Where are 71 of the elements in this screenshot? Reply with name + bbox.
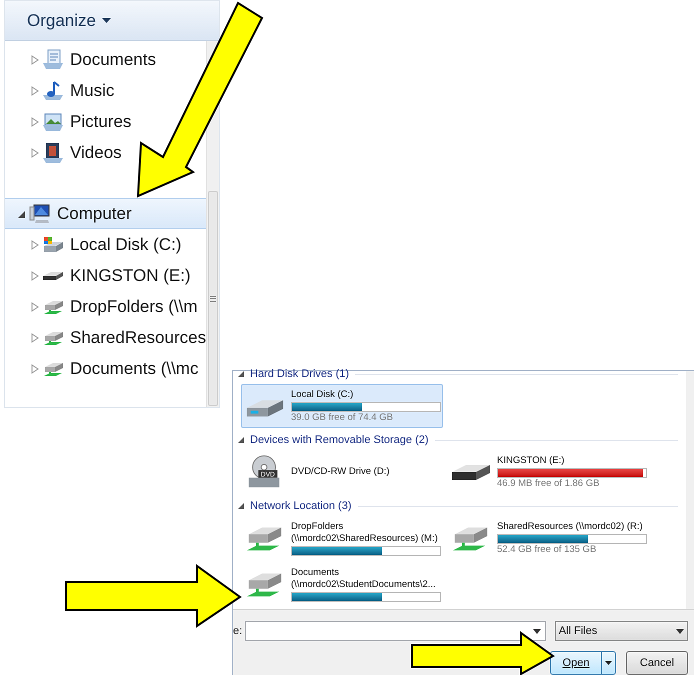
- drive-item[interactable]: KINGSTON (E:) 46.9 MB free of 1.86 GB: [447, 450, 649, 494]
- expanded-arrow-icon[interactable]: [238, 371, 244, 377]
- group-header: Devices with Removable Storage (2): [250, 432, 429, 448]
- tree-item-label: Documents: [70, 48, 156, 71]
- music-note-icon: [42, 80, 64, 102]
- expanded-arrow-icon[interactable]: [18, 208, 26, 218]
- dropdown-arrow-icon: [676, 628, 684, 634]
- collapsed-arrow-icon[interactable]: [31, 54, 39, 64]
- drive-path: (\\mordc02\StudentDocuments\2...: [291, 578, 437, 590]
- drive-item[interactable]: DropFolders (\\mordc02\SharedResources) (M:): [241, 516, 443, 560]
- expanded-arrow-icon[interactable]: [238, 437, 244, 443]
- drive-name: DropFolders: [291, 520, 344, 532]
- tree-item[interactable]: Documents: [5, 44, 156, 75]
- tree-item[interactable]: Local Disk (C:): [5, 229, 182, 260]
- collapsed-arrow-icon[interactable]: [31, 86, 39, 96]
- tree-item-label: Pictures: [70, 110, 132, 133]
- drive-item[interactable]: Local Disk (C:) 39.0 GB free of 74.4 GB: [241, 384, 443, 428]
- drive-path: (\\mordc02\SharedResources) (M:): [291, 532, 439, 544]
- drive-name: Documents: [291, 566, 340, 578]
- free-space-text: 39.0 GB free of 74.4 GB: [291, 412, 394, 424]
- tree-item[interactable]: KINGSTON (E:): [5, 260, 191, 291]
- tree-item-label: Computer: [57, 202, 132, 225]
- collapsed-arrow-icon[interactable]: [31, 148, 39, 158]
- dropdown-arrow-icon: [605, 661, 612, 665]
- scrollbar-thumb[interactable]: [208, 191, 218, 406]
- drive-name: Local Disk (C:): [291, 388, 354, 400]
- group-header: Hard Disk Drives (1): [250, 366, 350, 382]
- open-menu-button[interactable]: [601, 652, 615, 674]
- collapsed-arrow-icon[interactable]: [31, 116, 39, 126]
- tree-item[interactable]: Videos: [5, 137, 122, 168]
- tree-item-label: Local Disk (C:): [70, 234, 182, 256]
- document-icon: [42, 48, 64, 70]
- tree-item[interactable]: Documents (\\mc: [5, 353, 198, 384]
- tree-item-label: Videos: [70, 142, 122, 164]
- flash-drive-icon: [42, 270, 64, 280]
- drive-name: DVD/CD-RW Drive (D:): [291, 466, 390, 478]
- collapsed-arrow-icon[interactable]: [31, 364, 39, 374]
- drive-item[interactable]: Documents (\\mordc02\StudentDocuments\2...: [241, 562, 443, 606]
- cancel-button[interactable]: Cancel: [626, 651, 688, 675]
- tree-item-label: Documents (\\mc: [70, 358, 198, 380]
- scrollbar[interactable]: [686, 371, 694, 609]
- tree-item[interactable]: Computer: [5, 198, 206, 229]
- dropdown-arrow-icon: [532, 628, 541, 634]
- film-icon: [42, 142, 64, 164]
- picture-icon: [42, 110, 64, 132]
- tree-item[interactable]: Music: [5, 75, 114, 106]
- free-space-text: 46.9 MB free of 1.86 GB: [497, 478, 600, 490]
- tree-item[interactable]: Pictures: [5, 106, 132, 137]
- drive-item[interactable]: SharedResources (\\mordc02) (R:) 52.4 GB free of 135 GB: [447, 516, 649, 560]
- tree-item-label: KINGSTON (E:): [70, 264, 191, 287]
- expanded-arrow-icon[interactable]: [238, 503, 244, 509]
- free-space-text: 52.4 GB free of 135 GB: [497, 544, 598, 556]
- organize-button[interactable]: Organize: [27, 8, 111, 34]
- tree-item[interactable]: DropFolders (\\m: [5, 291, 198, 322]
- caret-icon: [102, 18, 111, 23]
- file-type-dropdown[interactable]: All Files: [554, 621, 688, 641]
- tree-item-label: Music: [70, 80, 114, 102]
- collapsed-arrow-icon[interactable]: [31, 302, 39, 312]
- collapsed-arrow-icon[interactable]: [31, 332, 39, 342]
- tree-item-label: SharedResources: [70, 326, 206, 349]
- drive-name: KINGSTON (E:): [497, 454, 566, 466]
- flash-drive-icon: [451, 464, 491, 480]
- computer-icon: [29, 202, 51, 224]
- file-name-label: e:: [233, 624, 244, 639]
- tree-item-label: DropFolders (\\m: [70, 296, 198, 318]
- drive-name: SharedResources (\\mordc02) (R:): [497, 520, 644, 532]
- tree-item[interactable]: SharedResources: [5, 322, 206, 353]
- group-header: Network Location (3): [250, 498, 352, 514]
- file-name-field[interactable]: [244, 621, 546, 641]
- collapsed-arrow-icon[interactable]: [31, 270, 39, 280]
- collapsed-arrow-icon[interactable]: [31, 240, 39, 250]
